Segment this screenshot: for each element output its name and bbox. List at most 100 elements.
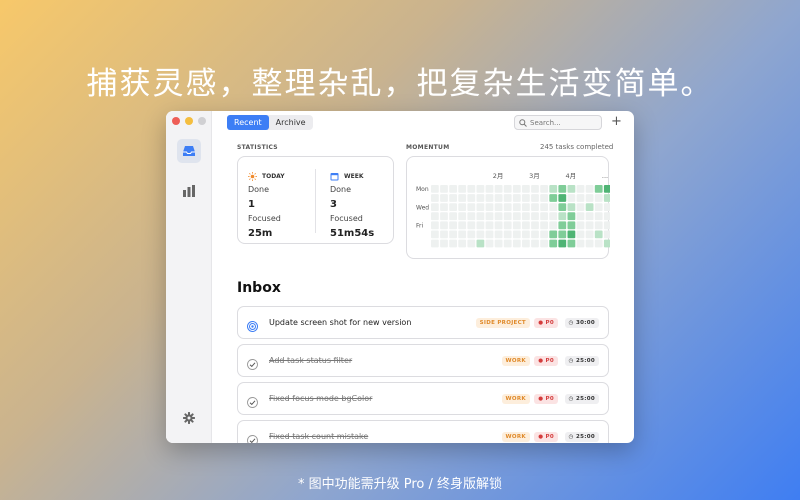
heatmap-cell [522, 239, 530, 248]
day-label: Fri [416, 223, 423, 230]
priority-badge: ● P0 [534, 431, 558, 442]
clock-icon: ◷ [568, 357, 576, 364]
heatmap-cell [467, 230, 476, 239]
sidebar-item-inbox[interactable] [177, 139, 201, 163]
heatmap-cell [531, 212, 539, 221]
heatmap-cell [512, 230, 521, 239]
inbox-icon [183, 146, 195, 156]
heatmap-cell [503, 221, 512, 230]
timer-badge[interactable]: ◷ 25:00 [564, 355, 599, 366]
heatmap-cell [585, 203, 594, 211]
heatmap-cell [458, 212, 467, 221]
heatmap-cell [440, 239, 448, 248]
heatmap-cell [549, 194, 558, 202]
heatmap-cell [512, 212, 521, 221]
divider [315, 169, 316, 233]
priority-dot-icon: ● [538, 395, 546, 402]
heatmap-cell [431, 185, 439, 193]
heatmap-cell [431, 203, 439, 211]
heatmap-cell [603, 203, 612, 211]
heatmap-cell [585, 221, 594, 230]
clock-icon: ◷ [568, 395, 576, 402]
heatmap-cell [449, 194, 457, 202]
check-icon[interactable] [247, 431, 258, 443]
timer-value: 25:00 [575, 433, 595, 440]
heatmap-cell [576, 212, 585, 221]
heatmap-cell [531, 194, 539, 202]
add-task-button[interactable]: + [611, 114, 622, 129]
task-tag: WORK [501, 355, 530, 366]
today-done-value: 1 [248, 199, 255, 210]
heatmap-cell [558, 185, 567, 193]
heatmap-cell [576, 194, 585, 202]
heatmap-cell [503, 212, 512, 221]
close-window-button[interactable] [172, 117, 180, 125]
heatmap-cell [449, 203, 457, 211]
task-row[interactable]: Update screen shot for new version SIDE P… [237, 306, 609, 339]
heatmap-cell [485, 239, 494, 248]
heatmap-cell [485, 194, 494, 202]
inbox-title: Inbox [237, 280, 281, 296]
heatmap-cell [522, 221, 530, 230]
heatmap-cell [576, 221, 585, 230]
week-done-label: Done [330, 185, 352, 194]
heatmap-cell [467, 203, 476, 211]
heatmap-cell [558, 230, 567, 239]
minimize-window-button[interactable] [185, 117, 193, 125]
heatmap-cell [467, 221, 476, 230]
heatmap-cell [531, 221, 539, 230]
settings-button[interactable] [183, 409, 195, 428]
tasks-completed-count: 245 tasks completed [540, 143, 614, 151]
check-icon[interactable] [247, 355, 258, 374]
week-focused-value: 51m54s [330, 228, 375, 239]
timer-badge[interactable]: ◷ 25:00 [564, 431, 599, 442]
heatmap-cell [494, 203, 503, 211]
momentum-card: 2月 3月 4月... Mon Wed Fri [406, 156, 621, 259]
heatmap-cell [485, 185, 494, 193]
view-tabs: Recent Archive [227, 115, 313, 130]
task-name: Add task status filter [269, 356, 353, 365]
heatmap-cell [512, 203, 521, 211]
heatmap-cell [512, 221, 521, 230]
toolbar: Recent Archive + [212, 111, 634, 135]
heatmap-cell [458, 239, 467, 248]
heatmap-cell [540, 230, 548, 239]
heatmap-cell [512, 185, 521, 193]
sidebar-item-statistics[interactable] [177, 179, 201, 203]
task-row[interactable]: Fixed task count mistake WORK ● P0 ◷ 25:00 [237, 420, 609, 443]
timer-badge[interactable]: ◷ 25:00 [564, 393, 599, 404]
heatmap-cell [594, 203, 603, 211]
heatmap-cell [603, 230, 612, 239]
task-row[interactable]: Fixed focus mode bgColor WORK ● P0 ◷ 25:00 [237, 382, 609, 415]
heatmap-cell [531, 185, 539, 193]
heatmap-cell [467, 194, 476, 202]
priority-badge: ● P0 [534, 393, 558, 404]
today-done-label: Done [248, 185, 270, 194]
heatmap-cell [522, 194, 530, 202]
heatmap-cell [603, 221, 612, 230]
task-name: Fixed task count mistake [269, 432, 369, 441]
sidebar [166, 111, 212, 443]
heatmap-cell [549, 239, 558, 248]
heatmap-cell [467, 212, 476, 221]
heatmap-cell [549, 212, 558, 221]
week-focused-label: Focused [330, 214, 363, 223]
timer-badge[interactable]: ◷ 30:00 [564, 317, 599, 328]
tab-recent[interactable]: Recent [227, 115, 269, 130]
heatmap-cell [449, 230, 457, 239]
task-row[interactable]: Add task status filter WORK ● P0 ◷ 25:00 [237, 344, 609, 377]
heatmap-cell [585, 194, 594, 202]
week-done-value: 3 [330, 199, 337, 210]
heatmap-cell [458, 221, 467, 230]
check-icon[interactable] [247, 393, 258, 412]
heatmap-cell [603, 185, 612, 193]
search-box[interactable] [514, 115, 602, 130]
zoom-window-button[interactable] [198, 117, 206, 125]
search-input[interactable] [530, 118, 600, 127]
heatmap-cell [503, 194, 512, 202]
tab-archive[interactable]: Archive [269, 115, 313, 130]
today-focused-value: 25m [248, 228, 273, 239]
target-icon[interactable] [247, 317, 258, 336]
heatmap-cell [540, 185, 548, 193]
week-stats: WEEK Done 3 Focused 51m54s [330, 171, 374, 239]
